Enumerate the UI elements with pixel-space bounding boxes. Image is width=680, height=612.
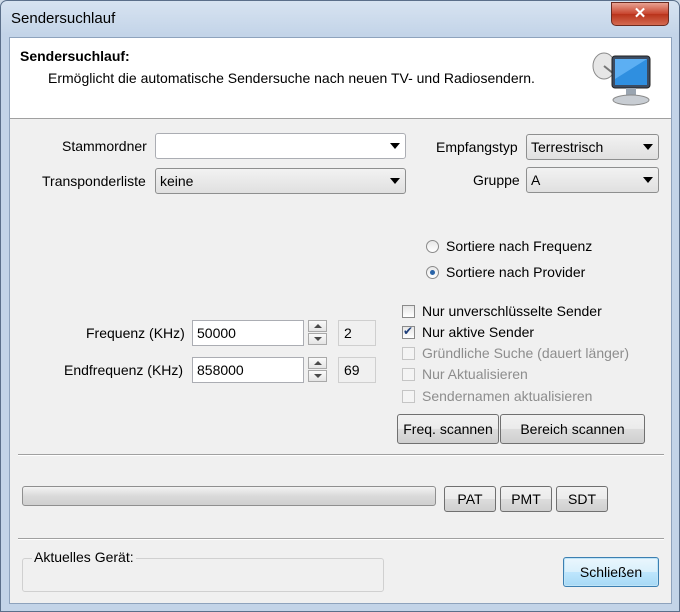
arrow-up-icon [314,361,322,365]
pmt-button[interactable]: PMT [500,486,552,512]
header-description: Ermöglicht die automatische Sendersuche … [48,70,535,86]
option-label: Gründliche Suche (dauert länger) [422,345,630,361]
chevron-down-icon [643,177,653,183]
frequency-label: Frequenz (KHz) [86,325,185,341]
checkbox-disabled [402,368,415,381]
title-bar[interactable]: Sendersuchlauf ✕ [1,1,679,35]
option-label: Nur unverschlüsselte Sender [422,303,602,319]
end-frequency-channel-readout: 69 [338,357,376,383]
checkbox-disabled [402,390,415,403]
sort-by-provider-label: Sortiere nach Provider [446,264,586,280]
spin-down-button[interactable] [308,333,327,345]
separator [18,454,664,456]
frequency-channel-readout: 2 [338,320,376,346]
window-title: Sendersuchlauf [11,10,116,27]
end-frequency-label: Endfrequenz (KHz) [64,362,184,378]
sort-by-frequency-radio[interactable]: Sortiere nach Frequenz [426,238,646,258]
stammordner-label: Stammordner [62,138,147,154]
end-frequency-spinner[interactable] [308,357,328,383]
close-icon: ✕ [633,5,647,22]
end-frequency-channel-value: 69 [344,362,360,378]
sort-by-provider-radio[interactable]: Sortiere nach Provider [426,264,646,284]
option-active-only[interactable]: Nur aktive Sender [402,324,642,344]
gruppe-label: Gruppe [473,172,520,188]
sdt-button[interactable]: SDT [556,486,608,512]
empfangstyp-label: Empfangstyp [436,139,518,155]
frequency-channel-value: 2 [344,325,352,341]
option-unencrypted-only[interactable]: Nur unverschlüsselte Sender [402,303,642,323]
close-button[interactable]: Schließen [563,557,659,587]
dialog-client-area: Sendersuchlauf: Ermöglicht die automatis… [9,37,672,604]
spin-up-button[interactable] [308,320,327,332]
pat-button[interactable]: PAT [444,486,496,512]
arrow-up-icon [314,324,322,328]
arrow-down-icon [314,337,322,341]
end-frequency-value: 858000 [197,362,244,378]
current-device-label: Aktuelles Gerät: [32,549,136,565]
chevron-down-icon [390,178,400,184]
radio-button-selected[interactable] [426,266,439,279]
stammordner-combobox[interactable] [155,133,406,159]
range-scan-button[interactable]: Bereich scannen [500,414,645,444]
gruppe-value: A [531,172,541,188]
close-window-button[interactable]: ✕ [611,2,669,26]
empfangstyp-value: Terrestrisch [531,139,604,155]
header-panel: Sendersuchlauf: Ermöglicht die automatis… [10,38,671,119]
spin-down-button[interactable] [308,370,327,382]
monitor-satellite-icon [592,52,651,106]
radio-button[interactable] [426,240,439,253]
frequency-value: 50000 [197,325,236,341]
gruppe-combobox[interactable]: A [526,167,659,193]
freq-scan-button[interactable]: Freq. scannen [397,414,499,444]
transponderliste-value: keine [160,173,194,189]
dialog-window: Sendersuchlauf ✕ Sendersuchlauf: Ermögli… [0,0,680,612]
option-label: Nur Aktualisieren [422,366,528,382]
separator [18,538,664,540]
arrow-down-icon [314,374,322,378]
header-title: Sendersuchlauf: [20,48,130,64]
scan-progress-bar [22,486,436,506]
option-thorough-search: Gründliche Suche (dauert länger) [402,345,642,365]
spin-up-button[interactable] [308,357,327,369]
empfangstyp-combobox[interactable]: Terrestrisch [526,134,659,160]
chevron-down-icon [390,143,400,149]
checkbox-disabled [402,347,415,360]
option-update-only: Nur Aktualisieren [402,366,642,386]
chevron-down-icon [643,144,653,150]
transponderliste-combobox[interactable]: keine [155,168,406,194]
option-label: Sendernamen aktualisieren [422,388,593,404]
sort-by-frequency-label: Sortiere nach Frequenz [446,238,593,254]
transponderliste-label: Transponderliste [42,173,146,189]
frequency-spinner[interactable] [308,320,328,346]
frequency-input[interactable]: 50000 [192,320,304,346]
option-update-channel-names: Sendernamen aktualisieren [402,388,642,408]
checkbox-checked[interactable] [402,324,415,339]
checkbox[interactable] [402,305,415,318]
end-frequency-input[interactable]: 858000 [192,357,304,383]
option-label: Nur aktive Sender [422,324,535,340]
